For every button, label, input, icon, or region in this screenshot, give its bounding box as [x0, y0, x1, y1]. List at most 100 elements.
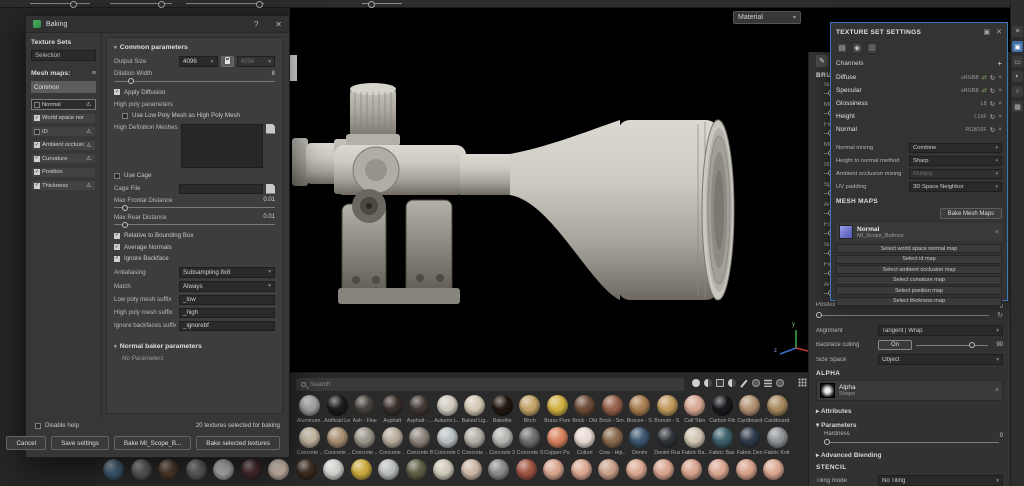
common-maps-item[interactable]: Common — [31, 81, 96, 93]
material-sphere-thumbnail[interactable] — [625, 459, 647, 480]
brushes-filter-icon[interactable] — [740, 379, 748, 387]
average-normals-checkbox[interactable] — [114, 244, 120, 250]
material-sphere-thumbnail[interactable] — [491, 395, 513, 416]
material-item[interactable]: Autumn L... — [434, 395, 462, 424]
alphas-filter-icon[interactable] — [716, 379, 724, 387]
material-item[interactable]: Brass Pure — [544, 395, 572, 424]
material-item[interactable]: Concrete ... — [461, 427, 489, 456]
mesh-map-item[interactable]: Position ⚠ — [31, 166, 96, 178]
ignore-suffix-field[interactable]: _ignorebf — [179, 320, 275, 331]
material-sphere-thumbnail[interactable] — [381, 427, 403, 448]
setting-dropdown[interactable]: Multiply ▾ — [909, 169, 1002, 179]
material-item[interactable]: Denim — [626, 427, 654, 456]
size-space-dropdown[interactable]: Object ▾ — [878, 354, 1003, 365]
material-sphere-thumbnail[interactable] — [735, 459, 757, 480]
channel-format[interactable]: RGB16F — [965, 127, 986, 133]
material-sphere-thumbnail[interactable] — [213, 459, 235, 480]
material-item[interactable]: Bronze - S... — [626, 395, 654, 424]
material-sphere-thumbnail[interactable] — [491, 427, 513, 448]
setting-dropdown[interactable]: Combine ▾ — [909, 143, 1002, 153]
material-item[interactable] — [623, 459, 651, 482]
material-item[interactable] — [265, 459, 293, 482]
material-item[interactable]: Concrete S... — [516, 427, 544, 456]
channel-format[interactable]: L16F — [974, 114, 987, 120]
dock-icon[interactable]: ▣ — [984, 28, 991, 36]
material-item[interactable] — [403, 459, 431, 482]
material-sphere-thumbnail[interactable] — [629, 427, 651, 448]
relative-bbox-checkbox[interactable] — [114, 232, 120, 239]
material-sphere-thumbnail[interactable] — [711, 395, 733, 416]
material-sphere-thumbnail[interactable] — [570, 459, 592, 480]
mesh-map-checkbox[interactable] — [34, 101, 40, 108]
mesh-map-checkbox[interactable] — [34, 128, 40, 135]
material-sphere-thumbnail[interactable] — [708, 459, 730, 480]
material-sphere-thumbnail[interactable] — [464, 395, 486, 416]
brush-size-slider[interactable] — [30, 1, 90, 8]
material-item[interactable]: Concrete ... — [296, 427, 324, 456]
viewport-display-mode-dropdown[interactable]: Material ▾ — [733, 11, 801, 24]
common-parameters-header[interactable]: ▾ Common parameters — [114, 44, 275, 51]
material-sphere-thumbnail[interactable] — [763, 459, 785, 480]
material-item[interactable]: Ash - Fine — [351, 395, 379, 424]
material-item[interactable]: Brick - Sm... — [599, 395, 627, 424]
material-sphere-thumbnail[interactable] — [436, 395, 458, 416]
material-sphere-thumbnail[interactable] — [684, 395, 706, 416]
material-sphere-thumbnail[interactable] — [323, 459, 345, 480]
texture-set-settings-icon[interactable]: ▣ — [1012, 41, 1023, 52]
material-item[interactable]: Calf Skin — [681, 395, 709, 424]
material-item[interactable]: Cotton — [571, 427, 599, 456]
material-item[interactable] — [210, 459, 238, 482]
reset-channel-icon[interactable]: ↻ — [990, 74, 995, 82]
mesh-map-checkbox[interactable] — [34, 115, 40, 121]
material-sphere-thumbnail[interactable] — [295, 459, 317, 480]
material-item[interactable]: Brick - Old — [571, 395, 599, 424]
material-item[interactable]: Concrete S... — [489, 427, 517, 456]
material-sphere-thumbnail[interactable] — [546, 427, 568, 448]
material-item[interactable]: Concrete ... — [324, 427, 352, 456]
mesh-map-item[interactable]: World space normal ⚠ — [31, 112, 96, 124]
material-sphere-thumbnail[interactable] — [409, 395, 431, 416]
reset-icon[interactable]: ↻ — [997, 311, 1003, 319]
material-view-icon[interactable]: ◉ — [851, 42, 863, 54]
select-map-button[interactable]: Select curvature map — [836, 275, 1002, 285]
reset-channel-icon[interactable]: ↻ — [990, 113, 995, 121]
use-cage-row[interactable]: Use Cage — [114, 172, 275, 179]
low-suffix-field[interactable]: _low — [179, 294, 275, 305]
material-item[interactable] — [513, 459, 541, 482]
mesh-map-item[interactable]: Curvature ⚠ — [31, 153, 96, 164]
normal-mesh-map-item[interactable]: Normal MI_Scope_Buttons × — [836, 223, 1002, 241]
disable-help-row[interactable]: Disable help — [35, 422, 79, 429]
mesh-map-checkbox[interactable] — [34, 182, 40, 189]
use-cage-checkbox[interactable] — [114, 172, 120, 179]
material-sphere-thumbnail[interactable] — [326, 395, 348, 416]
output-size-dropdown[interactable]: 4096 ▾ — [179, 56, 218, 67]
material-item[interactable]: Baked Lig... — [461, 395, 489, 424]
texture-set-selection-field[interactable]: Selection — [31, 50, 96, 61]
advanced-blending-fold[interactable]: ▸ Advanced Blending — [816, 451, 1003, 459]
material-sphere-thumbnail[interactable] — [268, 459, 290, 480]
use-low-poly-row[interactable]: Use Low Poly Mesh as High Poly Mesh — [122, 112, 275, 119]
dilation-width-slider[interactable] — [114, 78, 275, 84]
material-item[interactable]: Denim Rust — [654, 427, 682, 456]
material-item[interactable]: Aluminum... — [296, 395, 324, 424]
materials-filter-icon[interactable] — [692, 379, 700, 387]
reset-channel-icon[interactable]: ↻ — [990, 87, 995, 95]
shelf-display-grid-icon[interactable] — [798, 378, 807, 387]
material-sphere-thumbnail[interactable] — [460, 459, 482, 480]
material-sphere-thumbnail[interactable] — [574, 395, 596, 416]
remove-map-icon[interactable]: × — [995, 229, 999, 236]
mesh-map-checkbox[interactable] — [34, 169, 40, 175]
delete-channel-icon[interactable]: × — [998, 126, 1002, 133]
display-settings-icon[interactable]: ▭ — [1012, 56, 1023, 67]
material-sphere-thumbnail[interactable] — [519, 395, 541, 416]
shader-settings-icon[interactable]: ◐ — [1012, 71, 1023, 82]
material-item[interactable] — [238, 459, 266, 482]
material-item[interactable] — [595, 459, 623, 482]
dialog-button[interactable]: Cancel — [6, 436, 47, 450]
material-sphere-thumbnail[interactable] — [680, 459, 702, 480]
material-sphere-thumbnail[interactable] — [515, 459, 537, 480]
material-sphere-thumbnail[interactable] — [488, 459, 510, 480]
material-item[interactable] — [128, 459, 156, 482]
layers-grid-icon[interactable]: ▦ — [1012, 101, 1023, 112]
selection-frame-icon[interactable]: ⊡ — [866, 42, 878, 54]
